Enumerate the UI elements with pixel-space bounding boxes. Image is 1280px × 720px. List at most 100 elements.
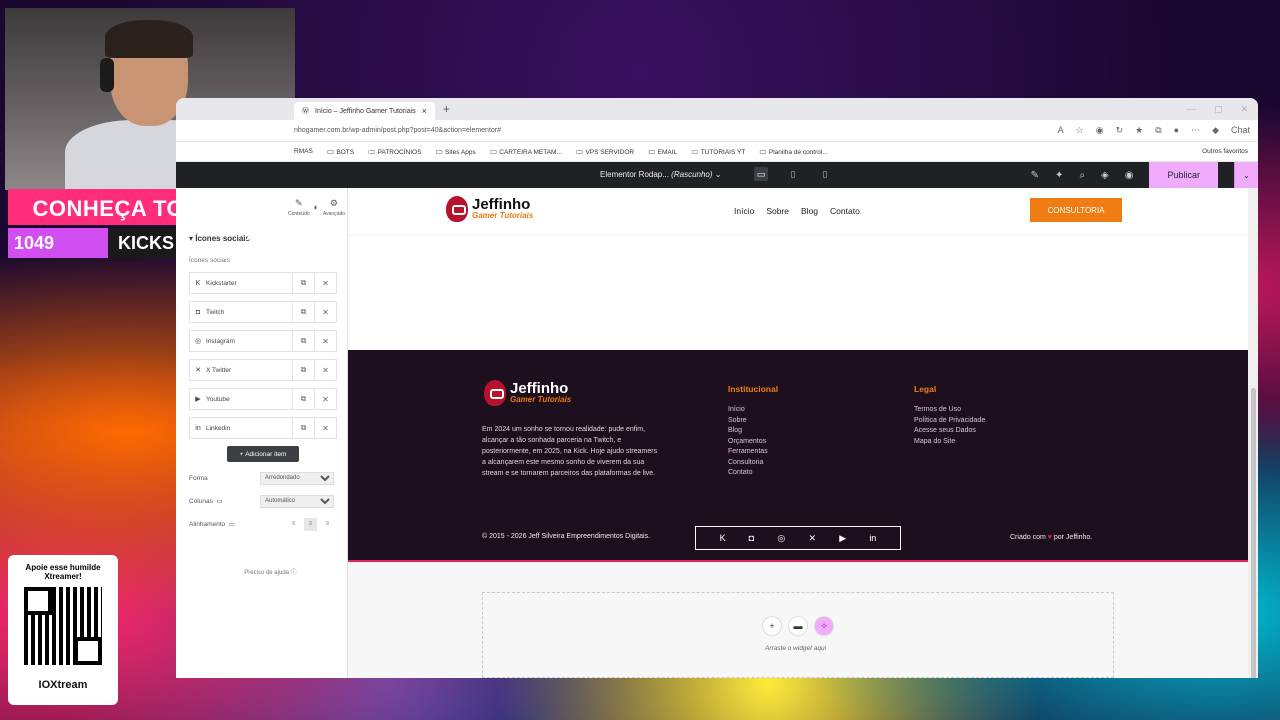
x-twitter-icon[interactable]: ✕ <box>808 533 816 544</box>
bookmark-label: EMAIL <box>657 149 678 156</box>
social-icons-widget[interactable]: K ◘ ◎ ✕ ▶ in <box>695 526 901 550</box>
youtube-icon[interactable]: ▶ <box>839 533 846 544</box>
read-aloud-icon[interactable]: A <box>1058 125 1064 136</box>
remove-icon[interactable]: ✕ <box>314 302 336 322</box>
instagram-icon[interactable]: ◎ <box>777 533 785 544</box>
add-item-button[interactable]: + Adicionar item <box>227 446 299 462</box>
extension-icon[interactable]: ◉ <box>1096 125 1104 136</box>
more-menu-icon[interactable]: ⋯ <box>1191 125 1200 136</box>
site-logo[interactable]: Jeffinho Gamer Tutoriais <box>446 196 533 222</box>
footer-link[interactable]: Acesse seus Dados <box>914 427 985 434</box>
footer-link[interactable]: Termos de Uso <box>914 406 985 413</box>
footer-link[interactable]: Política de Privacidade <box>914 417 985 424</box>
publish-options-icon[interactable]: ⌄ <box>1234 162 1258 188</box>
repeater-item-x-twitter[interactable]: ✕ X Twitter ⧉ ✕ <box>189 359 337 381</box>
document-title[interactable]: Elementor Rodap... (Rascunho) ⌄ <box>600 170 721 179</box>
repeater-item-kickstarter[interactable]: K Kickstarter ⧉ ✕ <box>189 272 337 294</box>
align-left-icon[interactable]: ≡ <box>287 518 300 531</box>
structure-icon[interactable]: ◈ <box>1101 170 1109 181</box>
chat-button[interactable]: Chat <box>1231 125 1250 136</box>
duplicate-icon[interactable]: ⧉ <box>292 360 314 380</box>
copilot-icon[interactable]: ◆ <box>1212 125 1219 136</box>
columns-select[interactable]: Automático <box>260 494 334 508</box>
bookmark-item[interactable]: ▭ Sites Apps <box>435 147 475 156</box>
remove-icon[interactable]: ✕ <box>314 331 336 351</box>
align-right-icon[interactable]: ≡ <box>321 518 334 531</box>
notifications-icon[interactable]: ✦ <box>1055 170 1063 181</box>
favorite-star-icon[interactable]: ☆ <box>1076 125 1084 136</box>
bookmark-item[interactable]: ▭ EMAIL <box>648 147 677 156</box>
linkedin-icon[interactable]: in <box>869 533 876 543</box>
bookmark-item[interactable]: ▭ PATROCÍNIOS <box>368 147 421 156</box>
footer-link[interactable]: Sobre <box>728 417 778 424</box>
template-folder-icon[interactable]: ▬ <box>789 617 807 635</box>
bookmark-item[interactable]: ▭ VPS SERVIDOR <box>576 147 634 156</box>
new-tab-icon[interactable]: + <box>443 102 450 116</box>
repeater-item-twitch[interactable]: ◘ Twitch ⧉ ✕ <box>189 301 337 323</box>
footer-link[interactable]: Início <box>728 406 778 413</box>
repeater-item-instagram[interactable]: ◎ Instagram ⧉ ✕ <box>189 330 337 352</box>
preview-eye-icon[interactable]: ◉ <box>1125 170 1134 181</box>
footer-link[interactable]: Orçamentos <box>728 438 778 445</box>
search-icon[interactable]: ⌕ <box>1079 170 1085 181</box>
footer-link[interactable]: Contato <box>728 469 778 476</box>
remove-icon[interactable]: ✕ <box>314 389 336 409</box>
bookmark-item[interactable]: ▭ Planilha de control... <box>759 147 827 156</box>
widget-drop-zone[interactable]: + ▬ ✧ Arraste o widget aqui <box>482 592 1114 678</box>
other-favorites[interactable]: Outros favoritos <box>1202 148 1258 155</box>
duplicate-icon[interactable]: ⧉ <box>292 418 314 438</box>
duplicate-icon[interactable]: ⧉ <box>292 389 314 409</box>
twitch-icon[interactable]: ◘ <box>749 533 754 543</box>
tab-content[interactable]: ✎ Conteúdo <box>288 198 310 217</box>
qr-card: Apoie esse humilde Xtreamer! IOXtream <box>8 555 118 705</box>
tab-style[interactable]: ◐ <box>314 202 319 212</box>
ai-sparkle-icon[interactable]: ✧ <box>815 617 833 635</box>
align-center-icon[interactable]: ≡ <box>304 517 317 531</box>
tablet-icon[interactable]: ▯ <box>786 167 800 181</box>
repeater-item-youtube[interactable]: ▶ Youtube ⧉ ✕ <box>189 388 337 410</box>
canvas-scrollbar[interactable] <box>1248 188 1258 678</box>
remove-icon[interactable]: ✕ <box>314 418 336 438</box>
mobile-icon[interactable]: ▯ <box>818 167 832 181</box>
kickstarter-icon[interactable]: K <box>720 533 726 543</box>
consultoria-button[interactable]: CONSULTORIA <box>1030 198 1122 222</box>
nav-link[interactable]: Sobre <box>766 206 789 216</box>
footer-link[interactable]: Mapa do Site <box>914 438 985 445</box>
bookmark-item[interactable]: ▭ TUTORIAIS YT <box>691 147 745 156</box>
favorites-icon[interactable]: ★ <box>1135 125 1143 136</box>
close-window-icon[interactable]: ✕ <box>1240 104 1248 115</box>
tab-active[interactable]: Ⓦ Início – Jeffinho Gamer Tutoriais × <box>294 102 435 120</box>
repeater-item-linkedin[interactable]: in Linkedin ⧉ ✕ <box>189 417 337 439</box>
site-footer[interactable]: Jeffinho Gamer Tutoriais Em 2024 um sonh… <box>348 350 1248 562</box>
remove-icon[interactable]: ✕ <box>314 360 336 380</box>
refresh-icon[interactable]: ↻ <box>1116 125 1124 136</box>
duplicate-icon[interactable]: ⧉ <box>292 331 314 351</box>
add-section-icon[interactable]: + <box>763 617 781 635</box>
footer-link[interactable]: Consultoria <box>728 459 778 466</box>
shape-select[interactable]: Arredondado <box>260 471 334 485</box>
bookmark-label: CARTEIRA METAM... <box>499 149 562 156</box>
footer-link[interactable]: Blog <box>728 427 778 434</box>
scrollbar-thumb[interactable] <box>1251 388 1256 678</box>
bookmark-item[interactable]: ▭ BOTS <box>327 147 354 156</box>
bookmark-item[interactable]: RMAS <box>294 148 313 155</box>
minimize-icon[interactable]: — <box>1187 104 1196 115</box>
remove-icon[interactable]: ✕ <box>314 273 336 293</box>
duplicate-icon[interactable]: ⧉ <box>292 273 314 293</box>
bookmark-item[interactable]: ▭ CARTEIRA METAM... <box>490 147 562 156</box>
help-link[interactable]: Preciso de ajuda ⓘ <box>176 567 347 576</box>
desktop-icon[interactable]: ▭ <box>754 167 768 181</box>
edit-icon[interactable]: ✎ <box>1031 170 1039 181</box>
url-field[interactable]: nhogamer.com.br/wp-admin/post.php?post=4… <box>294 127 1014 134</box>
publish-button[interactable]: Publicar <box>1149 162 1218 188</box>
close-tab-icon[interactable]: × <box>422 106 427 116</box>
nav-link[interactable]: Contato <box>830 206 860 216</box>
profile-avatar[interactable]: ● <box>1174 125 1179 136</box>
duplicate-icon[interactable]: ⧉ <box>292 302 314 322</box>
footer-link[interactable]: Ferramentas <box>728 448 778 455</box>
nav-link[interactable]: Início <box>734 206 754 216</box>
collections-icon[interactable]: ⧉ <box>1155 125 1161 136</box>
tab-advanced[interactable]: ⚙ Avançado <box>323 198 345 217</box>
nav-link[interactable]: Blog <box>801 206 818 216</box>
maximize-icon[interactable]: ▢ <box>1214 104 1223 115</box>
